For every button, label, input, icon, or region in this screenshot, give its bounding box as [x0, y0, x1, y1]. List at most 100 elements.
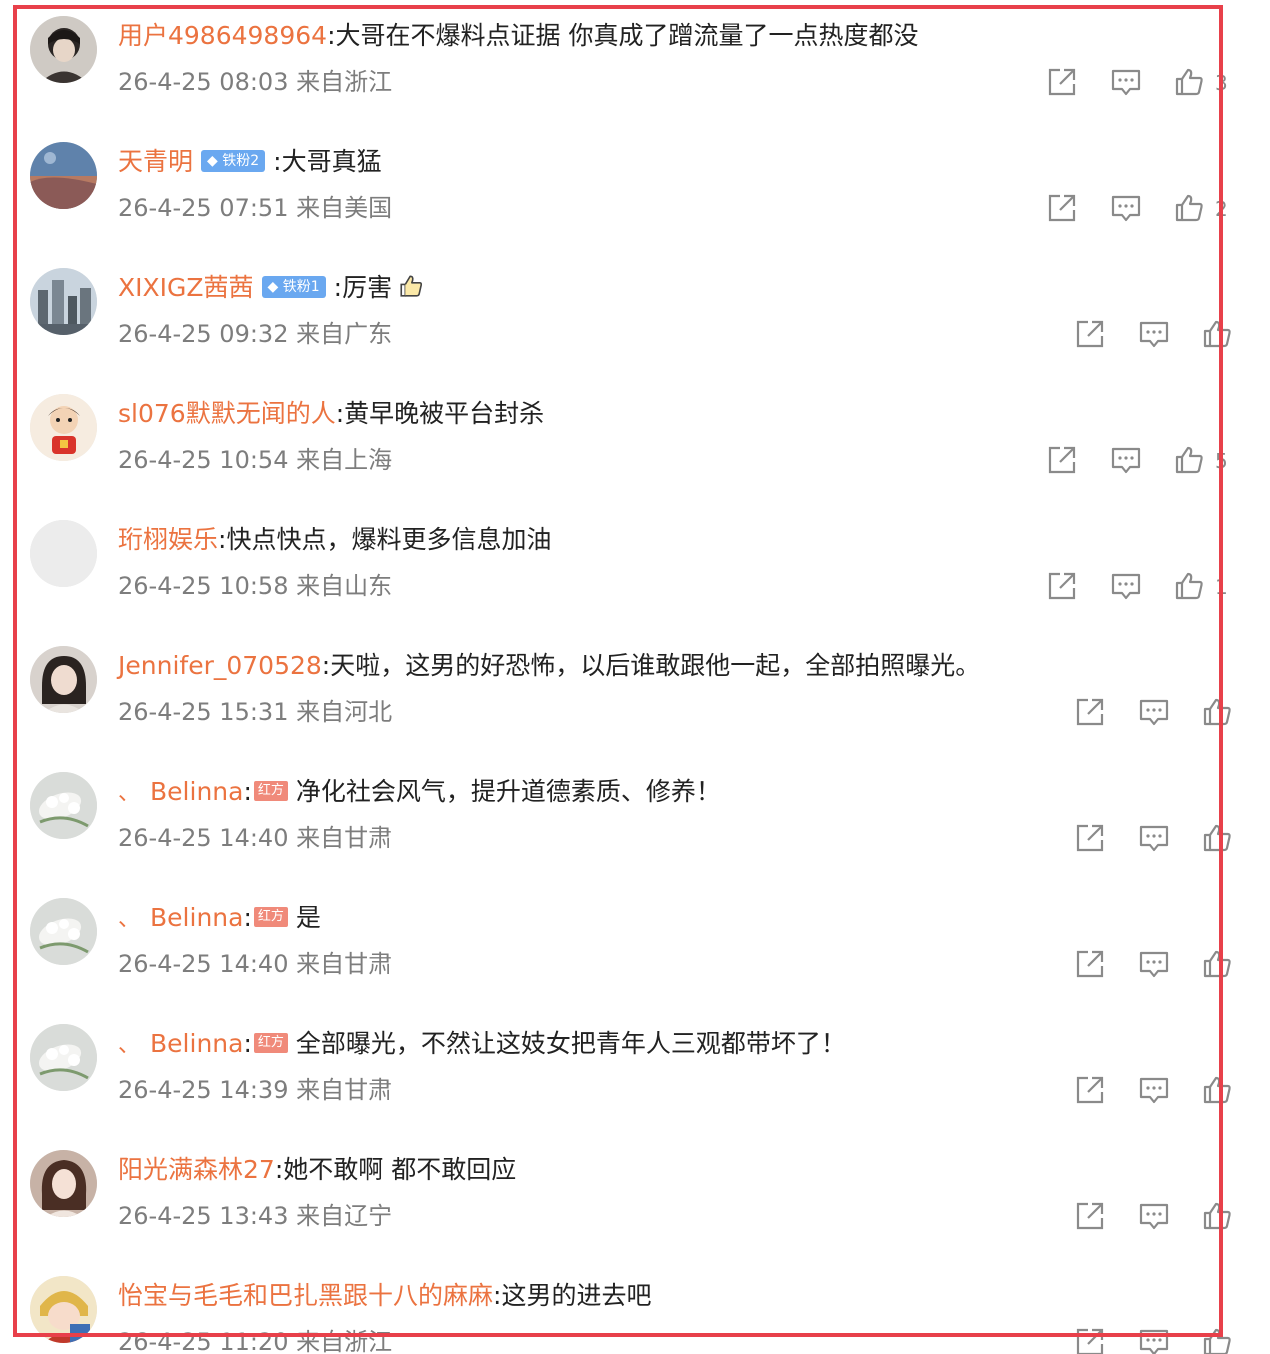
reply-button[interactable]	[1138, 948, 1170, 980]
reply-button[interactable]	[1138, 822, 1170, 854]
reply-button[interactable]	[1138, 1200, 1170, 1232]
share-button[interactable]	[1074, 696, 1106, 728]
avatar[interactable]	[30, 142, 97, 209]
share-icon	[1074, 1326, 1106, 1354]
username-link[interactable]: 阳光满森林27	[118, 1155, 275, 1184]
colon-separator: :	[243, 903, 252, 932]
avatar[interactable]	[30, 268, 97, 335]
comment-icon	[1110, 192, 1142, 224]
thumbs-up-icon	[1201, 1200, 1233, 1232]
timestamp: 26-4-25 10:58	[118, 572, 289, 600]
username-link[interactable]: Jennifer_070528	[118, 651, 322, 680]
share-button[interactable]	[1046, 66, 1078, 98]
comment-line: 、 Belinna: 红方 净化社会风气，提升道德素质、修养！	[118, 774, 721, 810]
avatar[interactable]	[30, 646, 97, 713]
share-button[interactable]	[1074, 318, 1106, 350]
comment-icon	[1138, 1326, 1170, 1354]
share-icon	[1046, 192, 1078, 224]
thumbs-up-icon	[1173, 66, 1205, 98]
timestamp: 26-4-25 14:39	[118, 1076, 289, 1104]
like-button[interactable]	[1201, 696, 1233, 728]
location-label: 来自美国	[296, 194, 393, 222]
avatar[interactable]	[30, 520, 97, 587]
avatar[interactable]	[30, 1276, 97, 1343]
share-button[interactable]	[1046, 570, 1078, 602]
comment-meta: 26-4-25 14:40 来自甘肃	[118, 947, 392, 981]
comment-actions	[1074, 696, 1270, 730]
colon-separator: :	[273, 147, 282, 176]
username-link[interactable]: 怡宝与毛毛和巴扎黑跟十八的麻麻	[118, 1281, 493, 1310]
iron-fan-badge: ◆ 铁粉1	[261, 276, 326, 298]
comment-meta: 26-4-25 09:32 来自广东	[118, 317, 392, 351]
like-button[interactable]	[1173, 570, 1205, 602]
comment-icon	[1110, 444, 1142, 476]
like-button[interactable]	[1201, 1074, 1233, 1106]
avatar[interactable]	[30, 16, 97, 83]
share-button[interactable]	[1074, 1074, 1106, 1106]
reply-button[interactable]	[1110, 444, 1142, 476]
share-button[interactable]	[1074, 822, 1106, 854]
like-button[interactable]	[1201, 822, 1233, 854]
like-button[interactable]	[1173, 444, 1205, 476]
comment-text: 天啦，这男的好恐怖，以后谁敢跟他一起，全部拍照曝光。	[330, 651, 981, 680]
timestamp: 26-4-25 14:40	[118, 950, 289, 978]
thumbs-up-icon	[1173, 444, 1205, 476]
username-link[interactable]: Belinna	[150, 777, 243, 806]
reply-button[interactable]	[1138, 1326, 1170, 1354]
comment-icon	[1138, 948, 1170, 980]
reply-button[interactable]	[1138, 318, 1170, 350]
avatar[interactable]	[30, 898, 97, 965]
location-label: 来自辽宁	[296, 1202, 393, 1230]
username-link[interactable]: Belinna	[150, 1029, 243, 1058]
comment-item: 怡宝与毛毛和巴扎黑跟十八的麻麻:这男的进去吧 26-4-25 11:20 来自浙江	[0, 1262, 1270, 1354]
share-button[interactable]	[1074, 1200, 1106, 1232]
avatar[interactable]	[30, 394, 97, 461]
timestamp: 26-4-25 11:20	[118, 1328, 289, 1354]
share-icon	[1074, 1074, 1106, 1106]
comment-item: sl076默默无闻的人:黄早晚被平台封杀 26-4-25 10:54 来自上海 5	[0, 380, 1270, 506]
reply-button[interactable]	[1138, 1074, 1170, 1106]
username-link[interactable]: XIXIGZ茜茜	[118, 273, 254, 302]
like-button[interactable]	[1173, 192, 1205, 224]
like-button[interactable]	[1201, 1326, 1233, 1354]
share-button[interactable]	[1046, 192, 1078, 224]
comment-list: 用户4986498964:大哥在不爆料点证据 你真成了蹭流量了一点热度都没 26-…	[0, 0, 1270, 1354]
timestamp: 26-4-25 15:31	[118, 698, 289, 726]
like-count: 5	[1215, 449, 1228, 473]
fan-badge: 红方	[253, 781, 288, 801]
username-link[interactable]: 珩栩娱乐	[118, 525, 218, 554]
comment-item: 阳光满森林27:她不敢啊 都不敢回应 26-4-25 13:43 来自辽宁	[0, 1136, 1270, 1262]
share-button[interactable]	[1074, 948, 1106, 980]
avatar[interactable]	[30, 1024, 97, 1091]
comment-item: 、 Belinna: 红方 净化社会风气，提升道德素质、修养！ 26-4-25 14:4…	[0, 758, 1270, 884]
username-link[interactable]: sl076默默无闻的人	[118, 399, 336, 428]
like-button[interactable]	[1173, 66, 1205, 98]
like-count: 1	[1215, 575, 1228, 599]
avatar[interactable]	[30, 1150, 97, 1217]
reply-button[interactable]	[1110, 570, 1142, 602]
comment-line: 、 Belinna: 红方 全部曝光，不然让这妓女把青年人三观都带坏了！	[118, 1026, 846, 1062]
comment-item: 珩栩娱乐:快点快点，爆料更多信息加油 26-4-25 10:58 来自山东 1	[0, 506, 1270, 632]
location-label: 来自浙江	[296, 68, 393, 96]
username-link[interactable]: 天青明	[118, 147, 193, 176]
comment-meta: 26-4-25 14:40 来自甘肃	[118, 821, 392, 855]
reply-button[interactable]	[1110, 66, 1142, 98]
reply-button[interactable]	[1110, 192, 1142, 224]
thumbs-up-icon	[1201, 696, 1233, 728]
like-button[interactable]	[1201, 948, 1233, 980]
username-link[interactable]: 用户4986498964	[118, 21, 327, 50]
share-button[interactable]	[1074, 1326, 1106, 1354]
comment-line: sl076默默无闻的人:黄早晚被平台封杀	[118, 396, 544, 432]
comment-item: Jennifer_070528:天啦，这男的好恐怖，以后谁敢跟他一起，全部拍照曝…	[0, 632, 1270, 758]
username-link[interactable]: Belinna	[150, 903, 243, 932]
thumbs-up-icon	[1201, 1326, 1233, 1354]
comment-text: 全部曝光，不然让这妓女把青年人三观都带坏了！	[295, 1029, 846, 1058]
share-icon	[1074, 318, 1106, 350]
avatar[interactable]	[30, 772, 97, 839]
share-button[interactable]	[1046, 444, 1078, 476]
thumbs-up-icon	[1201, 318, 1233, 350]
like-button[interactable]	[1201, 1200, 1233, 1232]
reply-button[interactable]	[1138, 696, 1170, 728]
comment-text: 快点快点，爆料更多信息加油	[226, 525, 552, 554]
like-button[interactable]	[1201, 318, 1233, 350]
